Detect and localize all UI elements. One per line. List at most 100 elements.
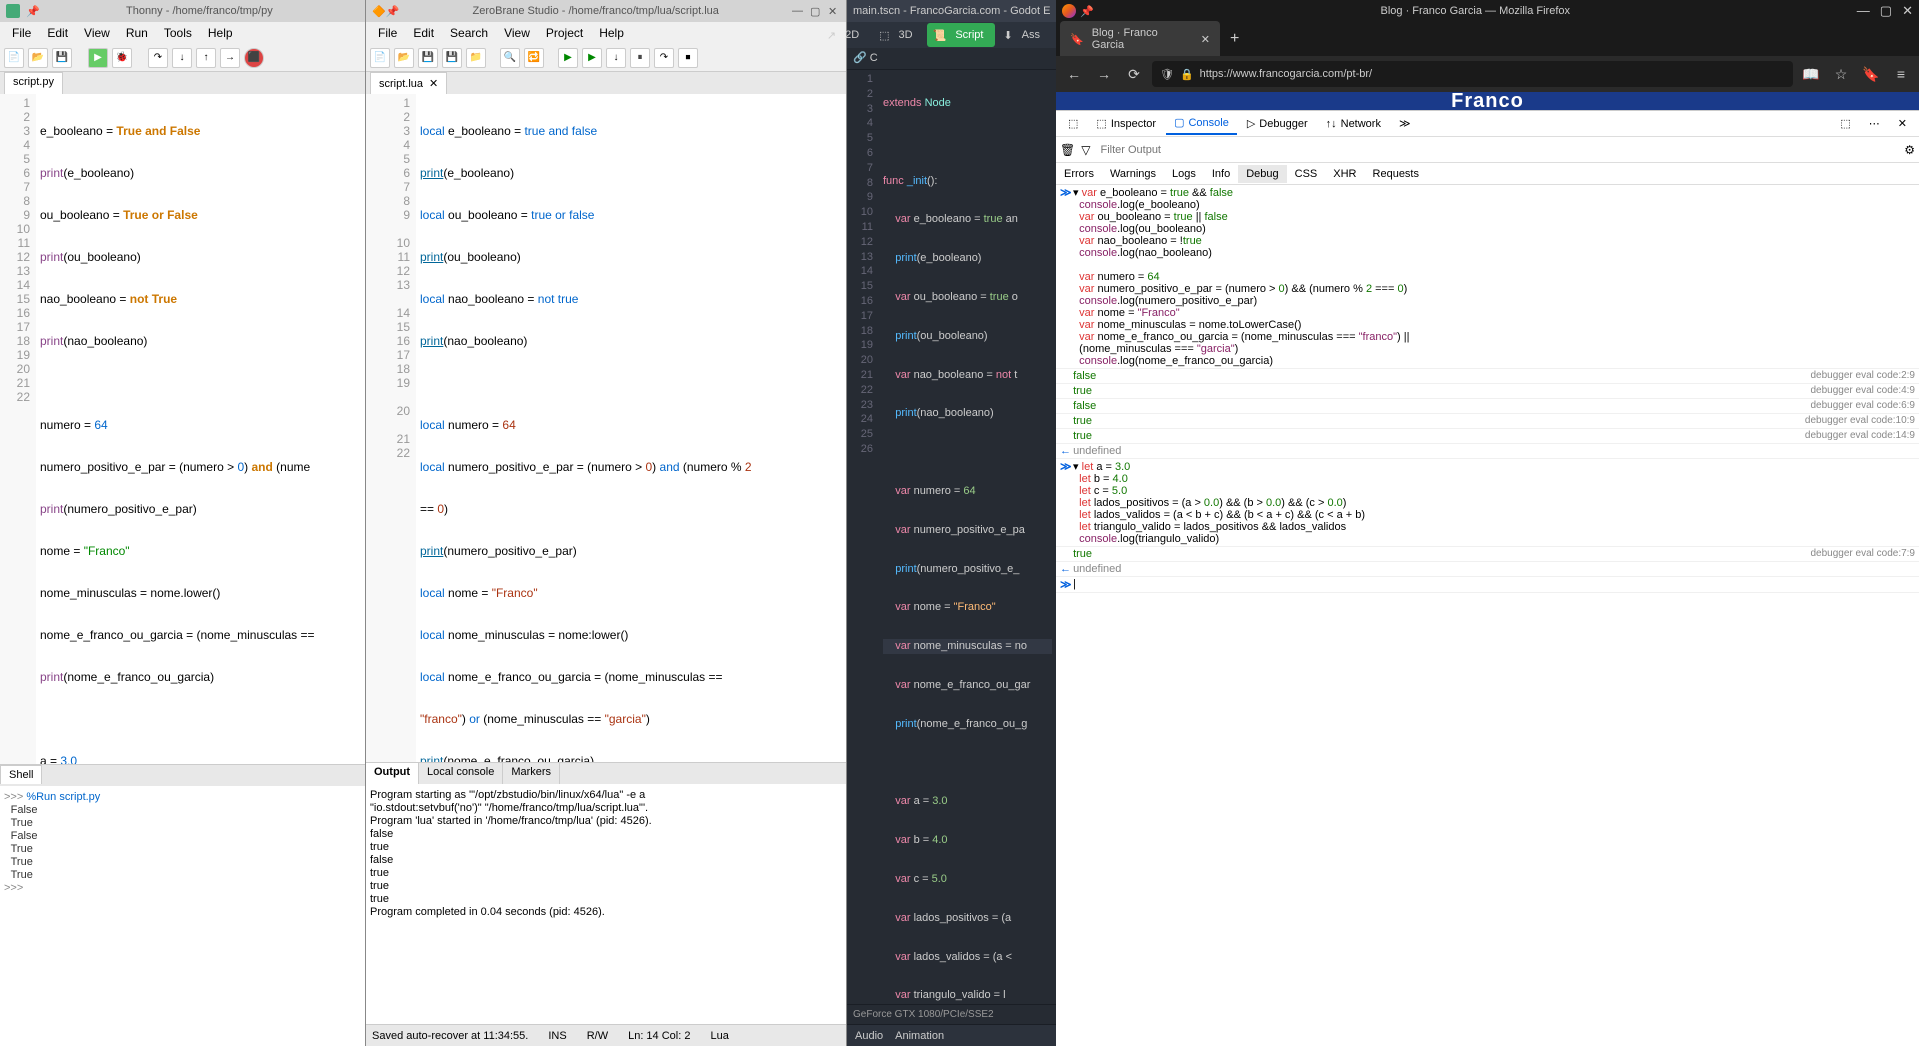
step-over-button[interactable]: ↷	[654, 48, 674, 68]
settings-icon[interactable]: ⚙	[1904, 143, 1915, 157]
save-button[interactable]: 💾	[52, 48, 72, 68]
more-tabs-button[interactable]: ≫	[1391, 113, 1419, 134]
subtab-css[interactable]: CSS	[1287, 165, 1326, 183]
lock-icon[interactable]: 🔒	[1180, 68, 1194, 81]
thonny-editor[interactable]: 12345678910111213141516171819202122 e_bo…	[0, 94, 365, 764]
project-button[interactable]: 📁	[466, 48, 486, 68]
filter-input[interactable]	[1096, 142, 1898, 158]
tab-markers[interactable]: Markers	[503, 763, 560, 784]
tab-script-lua[interactable]: script.lua✕	[370, 72, 447, 94]
save-all-button[interactable]: 💾	[442, 48, 462, 68]
subtab-debug[interactable]: Debug	[1238, 165, 1286, 183]
close-button[interactable]: ✕	[828, 5, 840, 17]
godot-editor[interactable]: 1234567891011121314151617181920212223242…	[847, 70, 1056, 1004]
pocket-button[interactable]: 🔖	[1859, 62, 1883, 86]
menu-file[interactable]: File	[4, 24, 39, 42]
menu-edit[interactable]: Edit	[39, 24, 76, 42]
subtab-logs[interactable]: Logs	[1164, 165, 1204, 183]
new-file-button[interactable]: 📄	[4, 48, 24, 68]
new-tab-button[interactable]: +	[1220, 30, 1249, 48]
bookmark-button[interactable]: ☆	[1829, 62, 1853, 86]
reader-button[interactable]: 📖	[1799, 62, 1823, 86]
tab-script-py[interactable]: script.py	[4, 72, 63, 94]
tab-network[interactable]: ↑↓ Network	[1318, 114, 1389, 134]
zb-output[interactable]: Program starting as '"/opt/zbstudio/bin/…	[366, 784, 846, 1024]
tab-local-console[interactable]: Local console	[419, 763, 503, 784]
minimize-button[interactable]: —	[1857, 3, 1870, 19]
subtab-warnings[interactable]: Warnings	[1102, 165, 1164, 183]
pause-button[interactable]: ⏸	[630, 48, 650, 68]
menu-search[interactable]: Search	[442, 24, 496, 42]
step-over-button[interactable]: ↷	[148, 48, 168, 68]
close-tab-icon[interactable]: ✕	[429, 77, 438, 90]
mode-script[interactable]: 📜 Script	[927, 23, 996, 47]
stop-button[interactable]: ⏹	[678, 48, 698, 68]
minimize-button[interactable]: —	[792, 5, 804, 17]
clear-console-button[interactable]: 🗑	[1060, 143, 1075, 157]
save-button[interactable]: 💾	[418, 48, 438, 68]
run-button[interactable]: ▶	[88, 48, 108, 68]
subtab-requests[interactable]: Requests	[1365, 165, 1427, 183]
mode-3d[interactable]: ⬚ 3D	[873, 23, 924, 47]
devtools-menu-button[interactable]: ⋯	[1861, 113, 1888, 134]
maximize-button[interactable]: ▢	[810, 5, 822, 17]
menu-run[interactable]: Run	[118, 24, 156, 42]
menu-tools[interactable]: Tools	[156, 24, 200, 42]
zb-code[interactable]: local e_booleano = true and false print(…	[416, 94, 846, 762]
tab-animation[interactable]: Animation	[895, 1030, 944, 1042]
pin-icon[interactable]: 📌	[26, 5, 40, 18]
menu-help[interactable]: Help	[591, 24, 632, 42]
tab-output[interactable]: Output	[366, 763, 419, 784]
favicon: 🔖	[1070, 33, 1084, 46]
close-tab-icon[interactable]: ✕	[1201, 33, 1210, 46]
resume-button[interactable]: →	[220, 48, 240, 68]
tab-inspector[interactable]: ⬚ Inspector	[1088, 113, 1164, 134]
menu-view[interactable]: View	[496, 24, 538, 42]
url-bar[interactable]: 🛡 🔒 https://www.francogarcia.com/pt-br/	[1152, 61, 1793, 87]
element-picker-button[interactable]: ⬚	[1060, 113, 1086, 134]
step-button[interactable]: ↓	[606, 48, 626, 68]
console-body[interactable]: ≫ ▾ var e_booleano = true && false conso…	[1056, 185, 1919, 1046]
debug-button[interactable]: 🐞	[112, 48, 132, 68]
back-button[interactable]: ←	[1062, 62, 1086, 86]
forward-button[interactable]: →	[1092, 62, 1116, 86]
open-file-button[interactable]: 📂	[394, 48, 414, 68]
new-file-button[interactable]: 📄	[370, 48, 390, 68]
step-into-button[interactable]: ↓	[172, 48, 192, 68]
find-button[interactable]: 🔍	[500, 48, 520, 68]
close-devtools-button[interactable]: ✕	[1890, 113, 1915, 134]
pin-icon[interactable]: 📌	[1080, 5, 1094, 18]
menu-edit[interactable]: Edit	[405, 24, 442, 42]
pin-icon[interactable]: 📌	[386, 5, 400, 18]
godot-code[interactable]: extends Node func _init(): var e_boolean…	[879, 70, 1056, 1004]
thonny-shell[interactable]: >>> %Run script.py False True False True…	[0, 786, 365, 1046]
tab-console[interactable]: ▢ Console	[1166, 112, 1237, 135]
continue-button[interactable]: ▶	[582, 48, 602, 68]
menu-button[interactable]: ≡	[1889, 62, 1913, 86]
menu-view[interactable]: View	[76, 24, 118, 42]
replace-button[interactable]: 🔁	[524, 48, 544, 68]
subtab-info[interactable]: Info	[1204, 165, 1238, 183]
tab-debugger[interactable]: ▷ Debugger	[1239, 113, 1316, 134]
menu-help[interactable]: Help	[200, 24, 241, 42]
zb-editor[interactable]: 12345678910111213141516171819202122 loca…	[366, 94, 846, 762]
step-out-button[interactable]: ↑	[196, 48, 216, 68]
reload-button[interactable]: ⟳	[1122, 62, 1146, 86]
browser-tab[interactable]: 🔖 Blog · Franco Garcia ✕	[1060, 21, 1220, 57]
menu-file[interactable]: File	[370, 24, 405, 42]
maximize-button[interactable]: ▢	[1880, 3, 1892, 19]
mode-2d[interactable]: ↗ 2D	[821, 23, 871, 47]
subtab-xhr[interactable]: XHR	[1325, 165, 1364, 183]
responsive-button[interactable]: ⬚	[1832, 113, 1858, 134]
tab-audio[interactable]: Audio	[855, 1030, 883, 1042]
thonny-code[interactable]: e_booleano = True and False print(e_bool…	[36, 94, 365, 764]
run-button[interactable]: ▶	[558, 48, 578, 68]
close-button[interactable]: ✕	[1902, 3, 1913, 19]
tab-shell[interactable]: Shell	[0, 765, 42, 784]
mode-assetlib[interactable]: ⬇ Ass	[997, 23, 1052, 47]
stop-button[interactable]: ⬛	[244, 48, 264, 68]
menu-project[interactable]: Project	[538, 24, 591, 42]
subtab-errors[interactable]: Errors	[1056, 165, 1102, 183]
shield-icon[interactable]: 🛡	[1160, 68, 1174, 81]
open-file-button[interactable]: 📂	[28, 48, 48, 68]
